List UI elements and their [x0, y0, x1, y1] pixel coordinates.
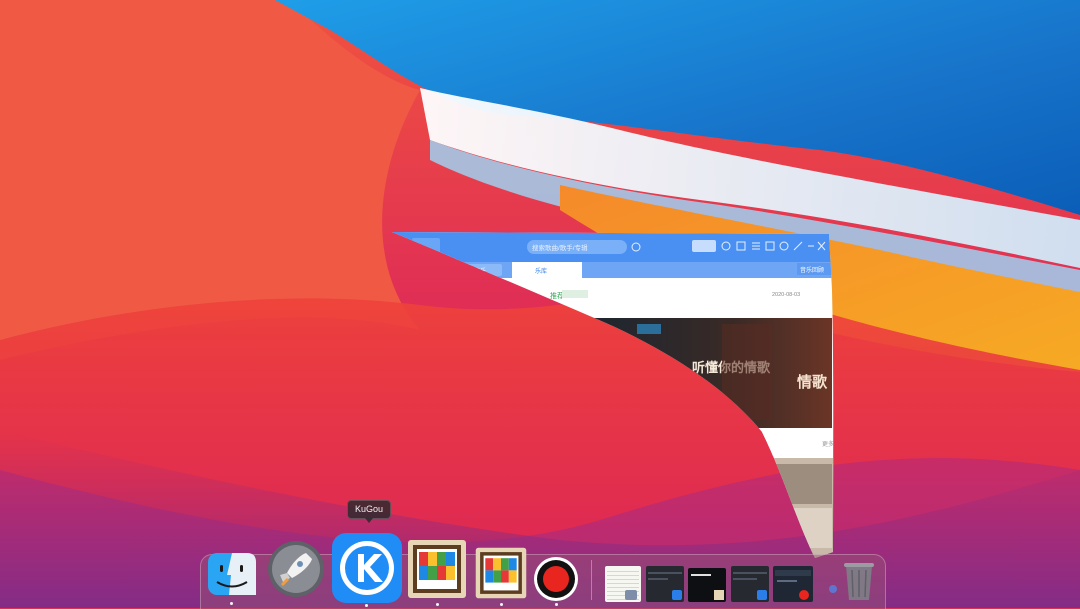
status-dot-icon — [829, 585, 837, 593]
tab-my-music-label: 我的音乐 — [462, 267, 486, 275]
more-link[interactable]: 更多 — [822, 440, 834, 448]
minimized-window-thumbnail[interactable] — [688, 568, 726, 602]
kugou-running-indicator — [365, 604, 368, 607]
dock-divider — [591, 560, 592, 600]
photo-viewer-icon[interactable] — [474, 546, 528, 600]
music-review-label: 音乐回顾 — [800, 266, 824, 274]
launchpad-icon[interactable] — [266, 539, 326, 599]
photo-viewer-2-running-indicator — [500, 603, 503, 606]
minimized-window-thumbnail[interactable] — [605, 566, 641, 602]
minimized-window-thumbnail[interactable] — [773, 566, 813, 602]
record-icon[interactable] — [533, 556, 579, 602]
tab-my-music[interactable] — [452, 264, 502, 276]
recommend-heading: 推荐 — [550, 291, 564, 300]
tab-library-label: 乐库 — [535, 267, 547, 275]
finder-running-indicator — [230, 602, 233, 605]
photo-viewer-icon[interactable] — [406, 538, 468, 600]
kugou-icon[interactable] — [331, 532, 403, 604]
dock-tooltip: KuGou — [347, 500, 392, 523]
search-placeholder: 搜索歌曲/歌手/专辑 — [532, 243, 588, 252]
photo-viewer-running-indicator — [436, 603, 439, 606]
date-text: 2020-08-03 — [772, 292, 800, 298]
finder-icon[interactable] — [206, 551, 258, 597]
minimized-window-thumbnail[interactable] — [731, 566, 769, 602]
trash-icon[interactable] — [840, 560, 878, 602]
kugou-window-minimizing[interactable]: 搜索歌曲/歌手/专辑 我的音乐 乐库 音乐回顾 推荐 2020-08-03 情歌… — [392, 232, 837, 560]
banner-right-text: 情歌 — [797, 373, 828, 391]
vip-badge[interactable] — [692, 240, 716, 252]
recorder-running-indicator — [555, 603, 558, 606]
minimized-window-thumbnail[interactable] — [646, 566, 684, 602]
